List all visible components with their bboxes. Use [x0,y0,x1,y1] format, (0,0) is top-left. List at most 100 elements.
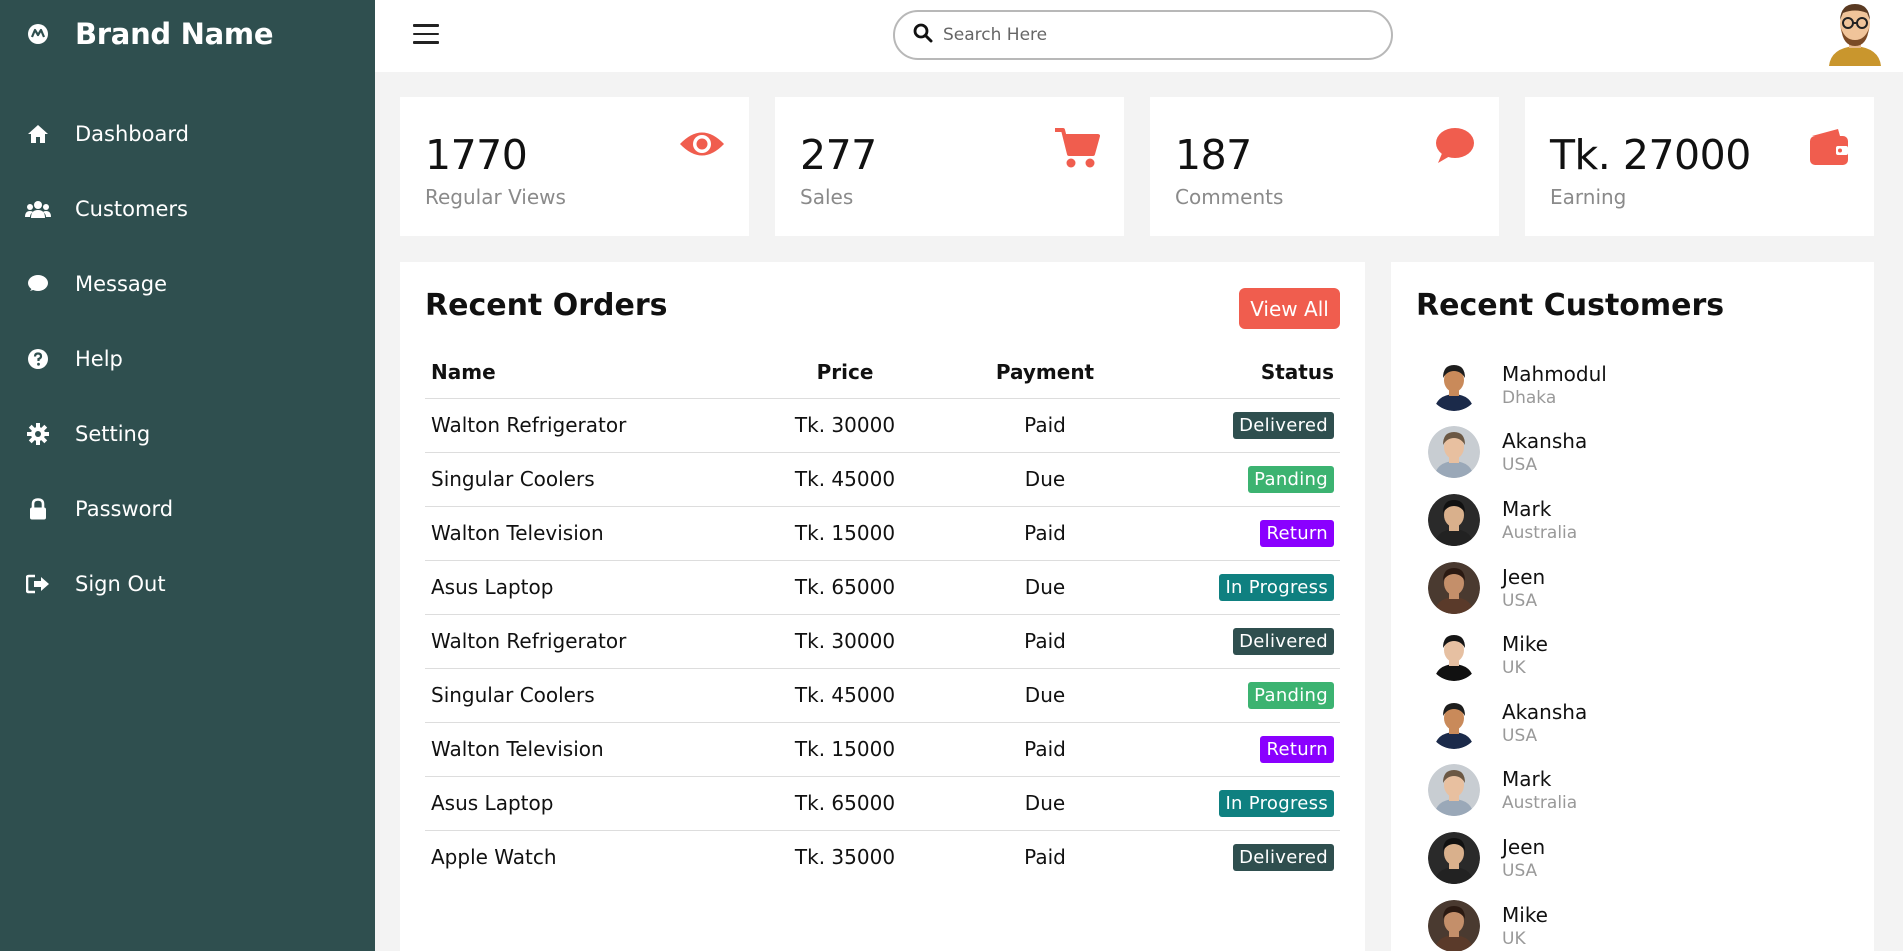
brand[interactable]: Brand Name [0,0,375,68]
stat-card-sales: 277 Sales [775,97,1124,236]
customer-city: USA [1502,455,1538,476]
table-row[interactable]: Walton Refrigerator Tk. 30000 Paid Delivere… [425,613,1340,668]
order-payment: Paid [945,829,1145,884]
order-status-cell: Panding [1145,451,1340,506]
order-status-cell: Delivered [1145,613,1340,668]
menu-toggle-icon[interactable] [413,17,439,51]
list-item[interactable]: Akansha USA [1428,689,1607,757]
customer-name: Akansha [1502,429,1588,454]
help-icon [0,348,75,370]
customer-avatar [1428,696,1480,749]
order-status-cell: Panding [1145,667,1340,722]
list-item[interactable]: Akansha USA [1428,419,1607,487]
stat-card-comments: 187 Comments [1150,97,1499,236]
cart-icon [1054,127,1100,173]
order-price: Tk. 45000 [745,667,945,722]
recent-customers-panel: Recent Customers Mahmodul Dhaka Akansha USA… [1391,262,1874,951]
users-icon [0,199,75,219]
comment-icon [1433,127,1475,169]
customer-avatar [1428,493,1480,546]
stat-label: Earning [1550,185,1627,209]
view-all-button[interactable]: View All [1239,288,1340,329]
customer-city: UK [1502,658,1526,679]
table-row[interactable]: Walton Refrigerator Tk. 30000 Paid Delivere… [425,397,1340,452]
status-badge: Panding [1248,465,1334,493]
customer-name: Mark [1502,496,1552,521]
search-input[interactable] [943,25,1363,45]
customer-avatar [1428,831,1480,884]
order-price: Tk. 15000 [745,505,945,560]
sidebar-item-label: Password [75,496,174,521]
sidebar-item-password[interactable]: Password [0,471,375,546]
status-badge: Delivered [1233,627,1334,655]
search-icon [913,23,933,47]
status-badge: Return [1260,519,1334,547]
column-header: Name [431,359,496,384]
sidebar-item-customers[interactable]: Customers [0,171,375,246]
list-item[interactable]: Jeen USA [1428,824,1607,892]
sidebar-item-label: Dashboard [75,121,189,146]
customer-name: Mark [1502,767,1552,792]
sidebar-item-message[interactable]: Message [0,246,375,321]
list-item[interactable]: Mark Australia [1428,486,1607,554]
stat-value: 187 [1175,131,1252,179]
sidebar-item-sign-out[interactable]: Sign Out [0,546,375,621]
order-status-cell: Return [1145,505,1340,560]
sidebar-item-label: Sign Out [75,571,166,596]
status-badge: In Progress [1219,573,1334,601]
search-box[interactable] [893,10,1393,60]
customer-city: USA [1502,860,1538,881]
status-badge: Delivered [1233,411,1334,439]
list-item[interactable]: Mahmodul Dhaka [1428,351,1607,419]
order-payment: Due [945,559,1145,614]
sidebar-item-dashboard[interactable]: Dashboard [0,96,375,171]
gear-icon [0,422,75,445]
sidebar-item-label: Customers [75,196,188,221]
order-name: Walton Refrigerator [425,397,745,452]
recent-orders-panel: Recent Orders View All Name Price Paymen… [400,262,1365,951]
customer-avatar [1428,899,1480,951]
customer-avatar [1428,358,1480,411]
order-name: Walton Television [425,721,745,776]
order-price: Tk. 65000 [745,559,945,614]
sign-out-icon [0,574,75,594]
list-item[interactable]: Mike UK [1428,892,1607,951]
stat-value: 1770 [425,131,528,179]
avatar[interactable] [1823,0,1887,66]
order-payment: Due [945,667,1145,722]
table-row[interactable]: Apple Watch Tk. 35000 Paid Delivered [425,829,1340,884]
stat-card-earning: Tk. 27000 Earning [1525,97,1874,236]
table-row[interactable]: Asus Laptop Tk. 65000 Due In Progress [425,559,1340,614]
customer-city: Australia [1502,522,1578,543]
order-status-cell: Return [1145,721,1340,776]
order-name: Asus Laptop [425,559,745,614]
order-payment: Paid [945,397,1145,452]
customer-name: Jeen [1502,564,1546,589]
sidebar-item-setting[interactable]: Setting [0,396,375,471]
table-row[interactable]: Singular Coolers Tk. 45000 Due Panding [425,667,1340,722]
orders-table: Name Price Payment Status Walton Refrige… [425,346,1340,884]
table-row[interactable]: Walton Television Tk. 15000 Paid Return [425,721,1340,776]
sidebar-item-label: Setting [75,421,151,446]
order-name: Singular Coolers [425,451,745,506]
customer-city: UK [1502,928,1526,949]
order-status-cell: In Progress [1145,559,1340,614]
recent-orders-title: Recent Orders [425,288,668,323]
order-price: Tk. 45000 [745,451,945,506]
table-row[interactable]: Singular Coolers Tk. 45000 Due Panding [425,451,1340,506]
table-row[interactable]: Asus Laptop Tk. 65000 Due In Progress [425,775,1340,830]
customer-avatar [1428,629,1480,682]
order-name: Walton Refrigerator [425,613,745,668]
table-row[interactable]: Walton Television Tk. 15000 Paid Return [425,505,1340,560]
column-header: Payment [995,359,1095,384]
column-header: Status [1260,359,1334,384]
wallet-icon [1808,127,1850,171]
list-item[interactable]: Mike UK [1428,621,1607,689]
sidebar-item-help[interactable]: Help [0,321,375,396]
lock-icon [0,497,75,520]
order-price: Tk. 30000 [745,613,945,668]
list-item[interactable]: Mark Australia [1428,757,1607,825]
list-item[interactable]: Jeen USA [1428,554,1607,622]
customer-name: Akansha [1502,699,1588,724]
sidebar-item-label: Message [75,271,168,296]
